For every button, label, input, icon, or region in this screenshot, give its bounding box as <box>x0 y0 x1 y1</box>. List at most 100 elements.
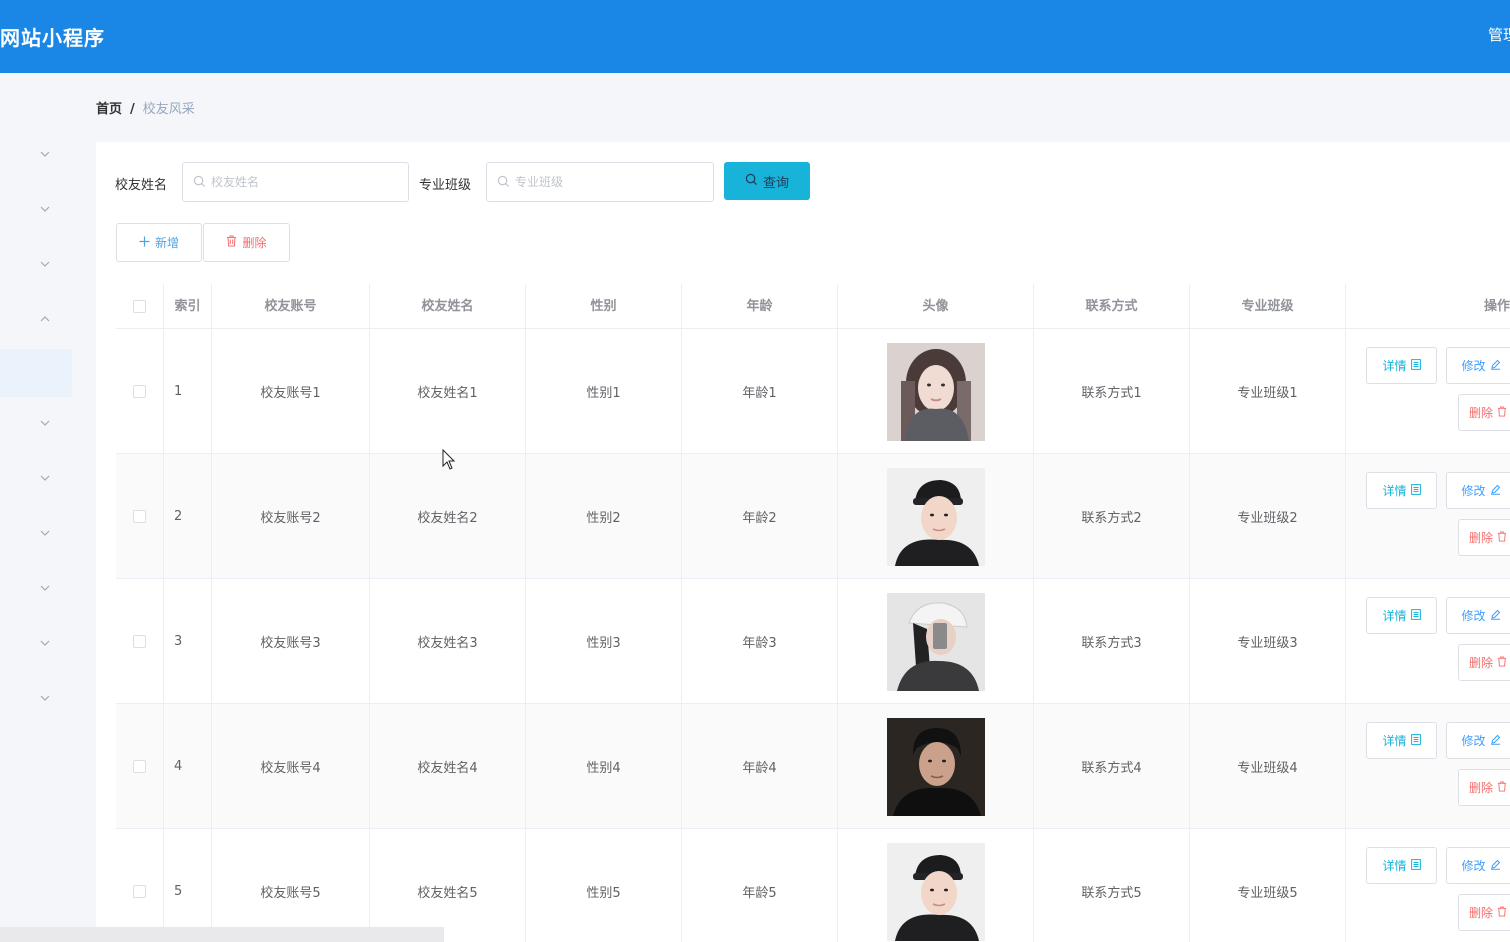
detail-button-label: 详情 <box>1382 484 1407 498</box>
cell-index: 2 <box>164 454 212 579</box>
cell-age: 年龄5 <box>682 829 838 942</box>
cell-gender: 性别1 <box>526 329 682 454</box>
add-button[interactable]: 新增 <box>116 223 202 262</box>
user-menu[interactable]: 管理员 <box>1488 24 1510 45</box>
sidebar-menu-2[interactable] <box>0 186 72 234</box>
sidebar-menu-6[interactable] <box>0 455 72 503</box>
header-avatar: 头像 <box>838 284 1034 329</box>
cell-class: 专业班级1 <box>1190 329 1346 454</box>
delete-button-label: 删除 <box>1468 906 1493 920</box>
cell-contact: 联系方式4 <box>1034 704 1190 829</box>
detail-button[interactable]: 详情 <box>1366 472 1437 509</box>
header-index: 索引 <box>164 284 212 329</box>
chevron-down-icon <box>40 585 50 594</box>
edit-button[interactable]: 修改 <box>1446 347 1510 384</box>
sidebar-menu-3[interactable] <box>0 241 72 289</box>
row-checkbox[interactable] <box>133 885 146 898</box>
row-checkbox[interactable] <box>133 510 146 523</box>
edit-button[interactable]: 修改 <box>1446 472 1510 509</box>
sidebar-menu-9[interactable] <box>0 620 72 668</box>
sidebar-menu-1[interactable] <box>0 131 72 179</box>
cell-gender: 性别5 <box>526 829 682 942</box>
cell-contact: 联系方式5 <box>1034 829 1190 942</box>
name-search-label: 校友姓名 <box>115 178 168 193</box>
detail-button[interactable]: 详情 <box>1366 847 1437 884</box>
batch-delete-button[interactable]: 删除 <box>203 223 290 262</box>
sidebar <box>0 73 96 942</box>
name-search-input[interactable] <box>211 163 402 201</box>
row-checkbox[interactable] <box>133 385 146 398</box>
detail-button[interactable]: 详情 <box>1366 722 1437 759</box>
search-icon <box>745 173 758 190</box>
chevron-down-icon <box>40 261 50 270</box>
cell-index: 5 <box>164 829 212 942</box>
breadcrumb-home[interactable]: 首页 <box>96 102 122 117</box>
avatar-image <box>886 467 985 566</box>
delete-button[interactable]: 删除 <box>1458 394 1510 431</box>
edit-icon <box>1490 484 1501 498</box>
cell-actions: 详情 修改删除 <box>1346 329 1510 454</box>
class-search-field[interactable] <box>486 162 714 202</box>
avatar-image <box>886 842 985 941</box>
cell-account: 校友账号5 <box>212 829 370 942</box>
delete-button[interactable]: 删除 <box>1458 519 1510 556</box>
delete-button[interactable]: 删除 <box>1458 894 1510 931</box>
horizontal-scrollbar[interactable] <box>0 927 444 942</box>
table-row: 2 校友账号2 校友姓名2 性别2 年龄2 联系方式2 专业班级2 详情 修改 删除 <box>116 454 1510 579</box>
detail-button[interactable]: 详情 <box>1366 597 1437 634</box>
search-button-label: 查询 <box>762 175 789 191</box>
select-all-checkbox[interactable] <box>133 300 146 313</box>
edit-button-label: 修改 <box>1461 609 1486 623</box>
header-gender: 性别 <box>526 284 682 329</box>
edit-button[interactable]: 修改 <box>1446 597 1510 634</box>
sidebar-menu-4[interactable] <box>0 296 72 344</box>
detail-button-label: 详情 <box>1382 859 1407 873</box>
name-search-field[interactable] <box>182 162 409 202</box>
detail-button[interactable]: 详情 <box>1366 347 1437 384</box>
cell-name: 校友姓名1 <box>370 329 526 454</box>
cell-index: 3 <box>164 579 212 704</box>
cell-avatar <box>838 829 1034 942</box>
header-name: 校友姓名 <box>370 284 526 329</box>
plus-icon <box>139 236 150 250</box>
cell-avatar <box>838 579 1034 704</box>
header-select-all <box>116 284 164 329</box>
app-title: 网站小程序 <box>0 26 105 50</box>
cell-actions: 详情 修改删除 <box>1346 454 1510 579</box>
sidebar-menu-7[interactable] <box>0 510 72 558</box>
avatar-image <box>886 592 985 691</box>
cell-class: 专业班级5 <box>1190 829 1346 942</box>
cell-avatar <box>838 704 1034 829</box>
edit-button-label: 修改 <box>1461 734 1486 748</box>
cell-account: 校友账号1 <box>212 329 370 454</box>
cell-gender: 性别2 <box>526 454 682 579</box>
sidebar-menu-5[interactable] <box>0 400 72 448</box>
delete-button[interactable]: 删除 <box>1458 769 1510 806</box>
delete-button[interactable]: 删除 <box>1458 644 1510 681</box>
row-select-cell <box>116 454 164 579</box>
search-button[interactable]: 查询 <box>724 162 810 200</box>
detail-button-label: 详情 <box>1382 359 1407 373</box>
cell-contact: 联系方式3 <box>1034 579 1190 704</box>
class-search-input[interactable] <box>515 163 707 201</box>
edit-button[interactable]: 修改 <box>1446 722 1510 759</box>
row-checkbox[interactable] <box>133 760 146 773</box>
sidebar-menu-8[interactable] <box>0 565 72 613</box>
cell-contact: 联系方式1 <box>1034 329 1190 454</box>
cell-account: 校友账号3 <box>212 579 370 704</box>
chevron-down-icon <box>40 695 50 704</box>
detail-button-label: 详情 <box>1382 609 1407 623</box>
document-icon <box>1410 358 1421 373</box>
row-checkbox[interactable] <box>133 635 146 648</box>
chevron-down-icon <box>40 640 50 649</box>
cell-gender: 性别4 <box>526 704 682 829</box>
sidebar-submenu-active[interactable] <box>0 349 72 397</box>
cell-contact: 联系方式2 <box>1034 454 1190 579</box>
sidebar-menu-10[interactable] <box>0 675 72 723</box>
edit-icon <box>1490 859 1501 873</box>
edit-button[interactable]: 修改 <box>1446 847 1510 884</box>
table-header: 索引 校友账号 校友姓名 性别 年龄 头像 联系方式 专业班级 操作 <box>116 284 1510 329</box>
document-icon <box>1410 858 1421 873</box>
alumni-table: 索引 校友账号 校友姓名 性别 年龄 头像 联系方式 专业班级 操作 1 校友账号… <box>116 284 1510 942</box>
breadcrumb-separator: / <box>130 102 135 117</box>
